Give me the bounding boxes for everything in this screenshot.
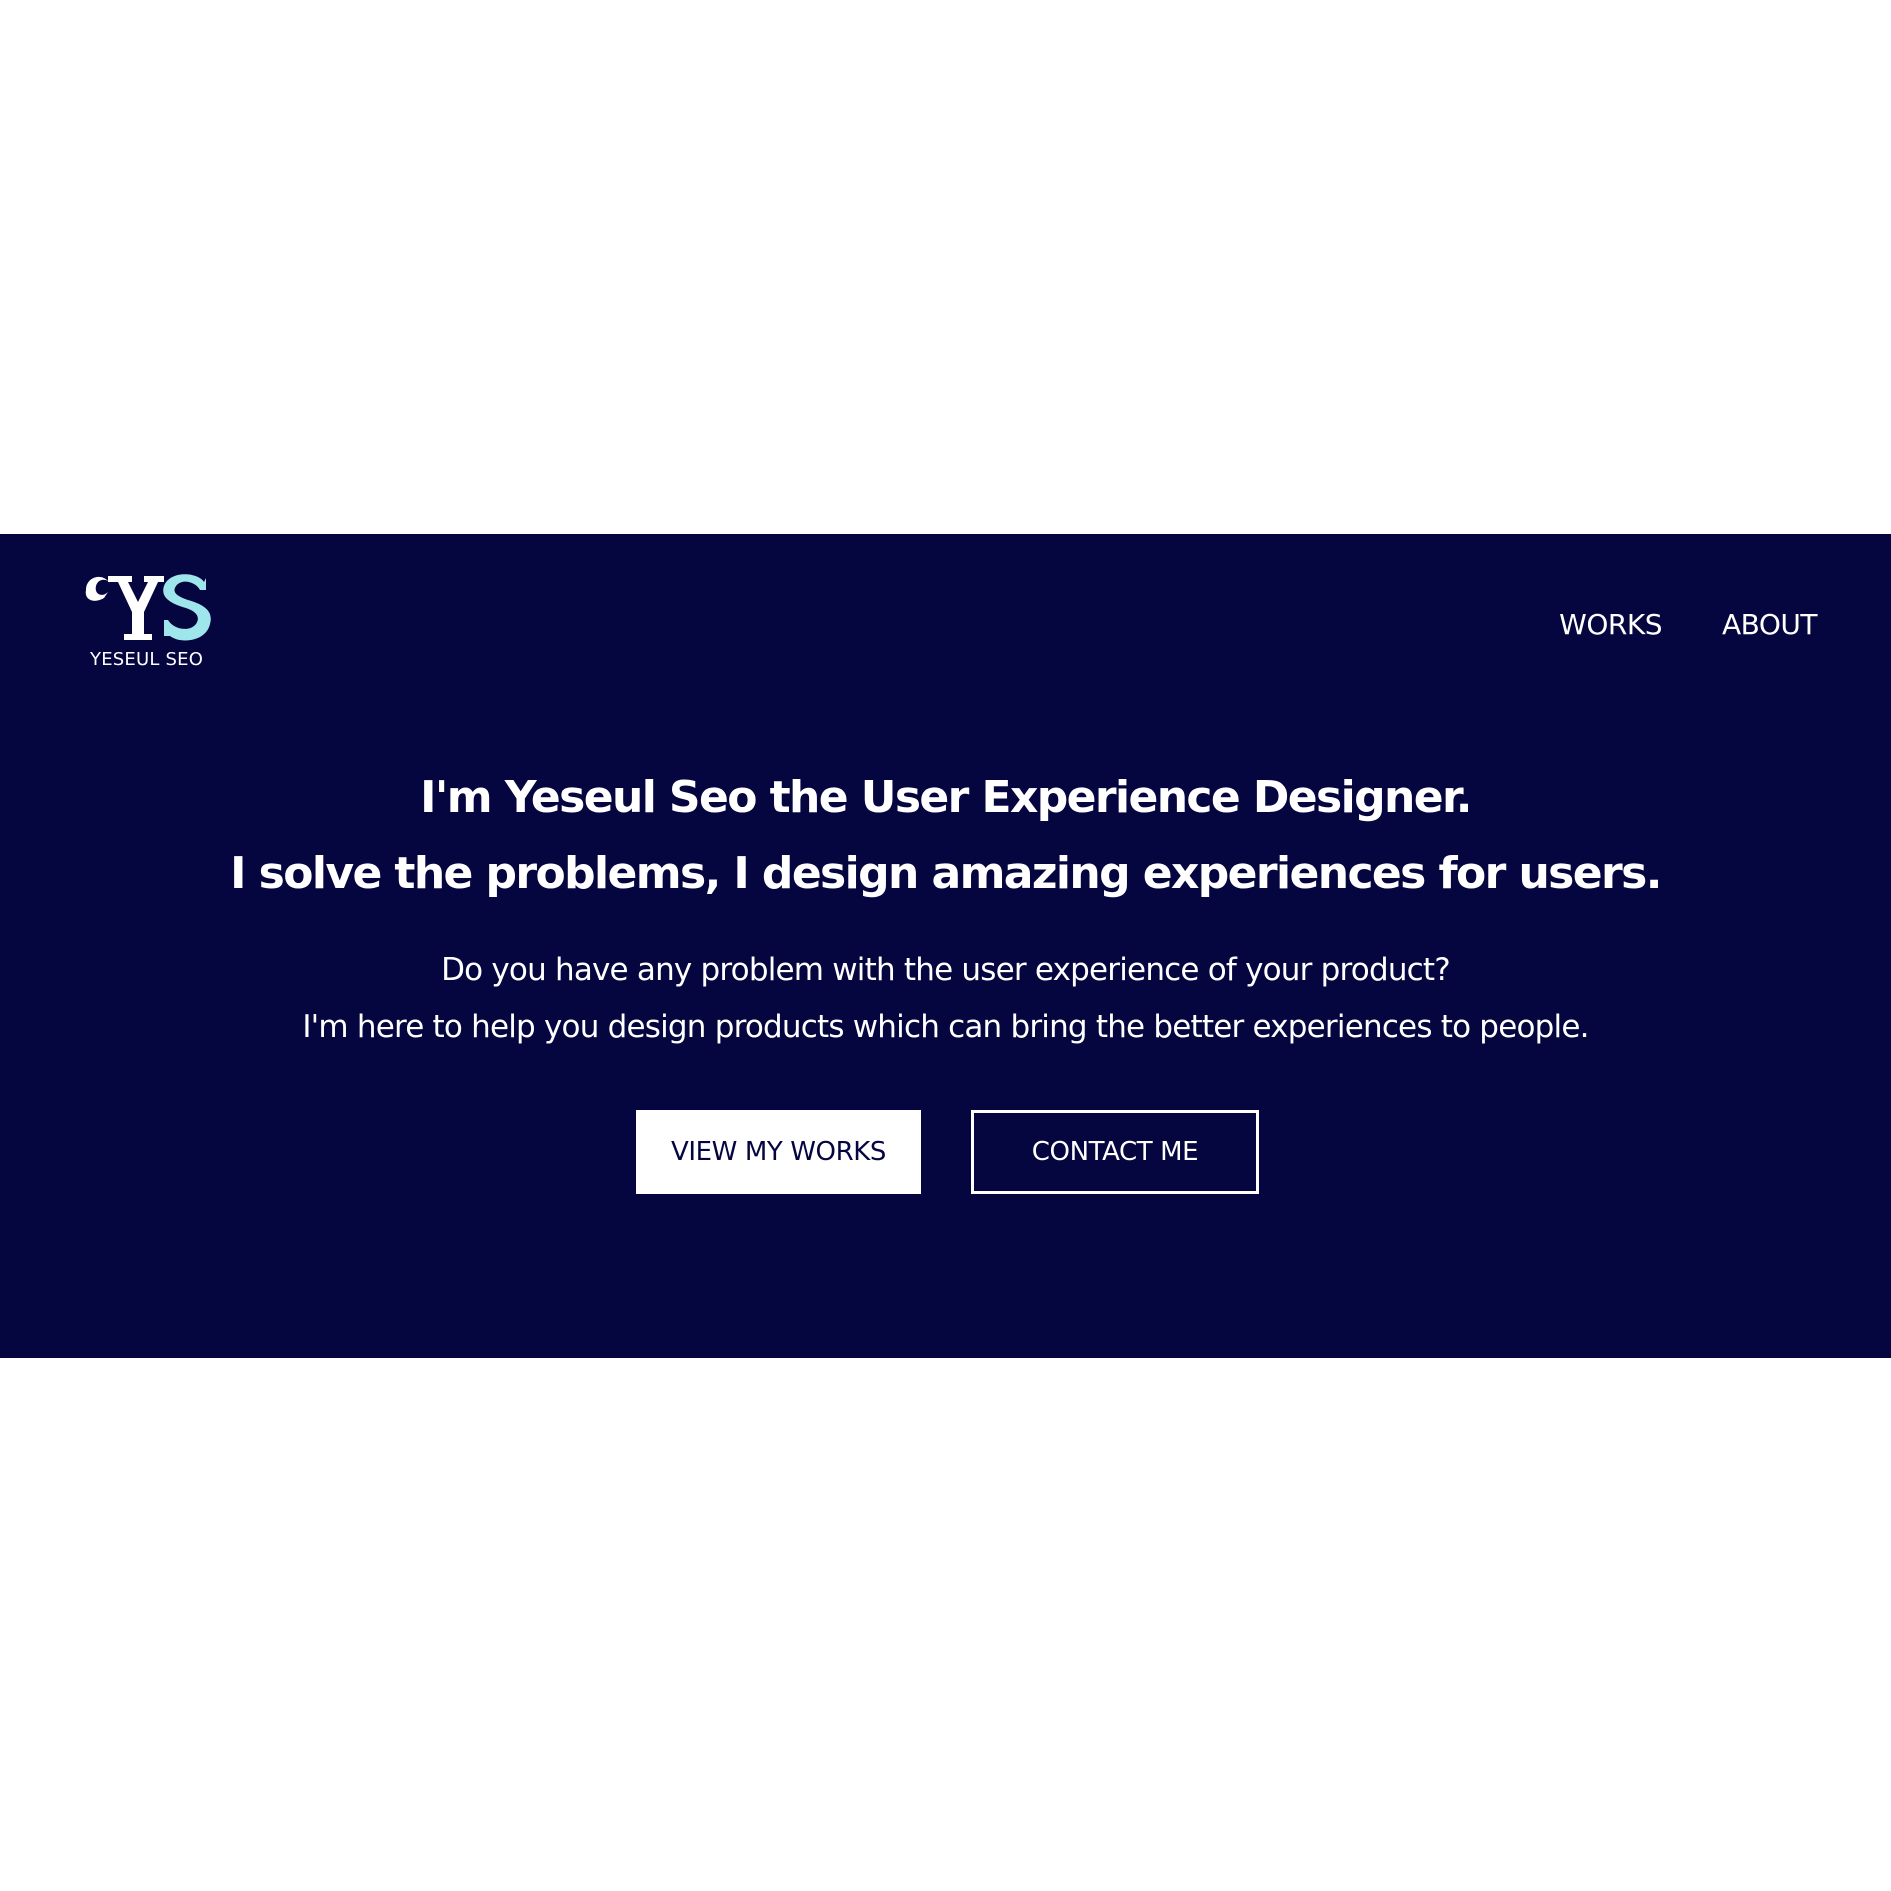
main-nav: WORKS ABOUT [1559, 608, 1817, 641]
view-my-works-button[interactable]: VIEW MY WORKS [636, 1110, 921, 1194]
ys-monogram-icon [85, 574, 211, 641]
logo-wordmark: YESEUL SEO [90, 649, 204, 670]
hero-subtext-line-1: Do you have any problem with the user ex… [441, 952, 1451, 988]
hero-headline: I'm Yeseul Seo the User Experience Desig… [0, 760, 1891, 912]
site-logo[interactable]: YESEUL SEO [80, 568, 214, 674]
hero-subtext-line-2: I'm here to help you design products whi… [302, 1009, 1589, 1045]
nav-link-about[interactable]: ABOUT [1722, 608, 1818, 641]
hero-section: YESEUL SEO WORKS ABOUT I'm Yeseul Seo th… [0, 534, 1891, 1358]
nav-link-works[interactable]: WORKS [1559, 608, 1662, 641]
page: YESEUL SEO WORKS ABOUT I'm Yeseul Seo th… [0, 0, 1891, 1891]
contact-me-button[interactable]: CONTACT ME [971, 1110, 1259, 1194]
hero-headline-line-1: I'm Yeseul Seo the User Experience Desig… [420, 772, 1472, 823]
hero-subtext: Do you have any problem with the user ex… [0, 942, 1891, 1056]
hero-headline-line-2: I solve the problems, I design amazing e… [230, 848, 1662, 899]
